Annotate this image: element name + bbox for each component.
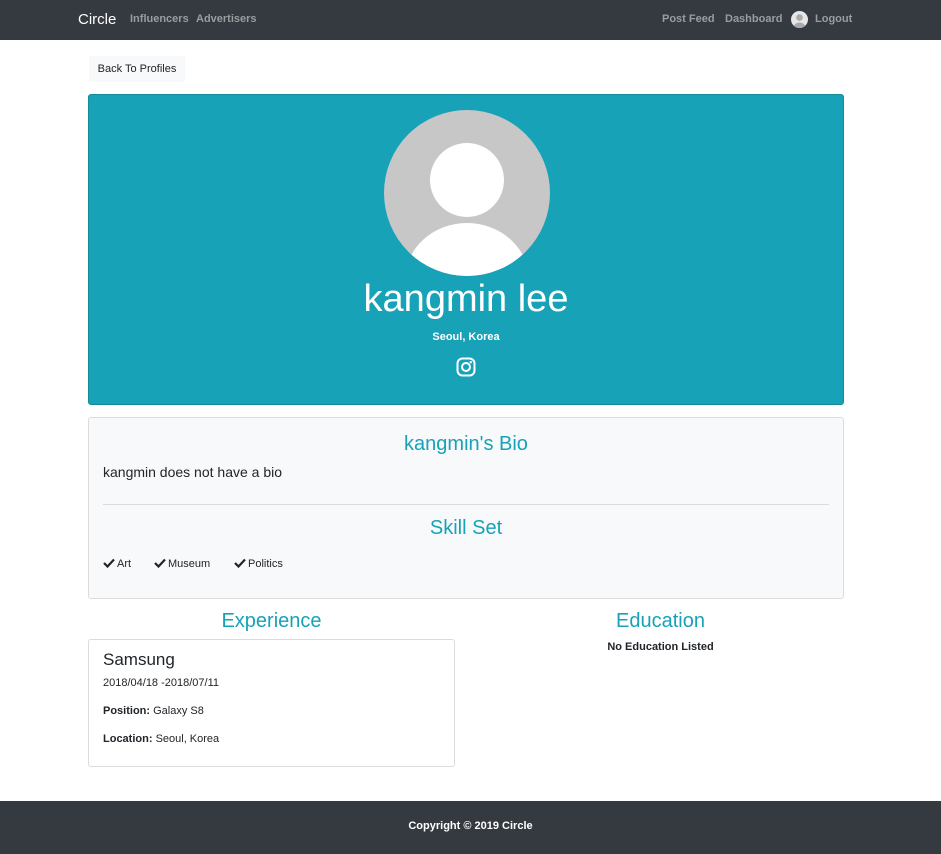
skill-set-title: Skill Set (429, 517, 503, 539)
top-navbar: Circle Influencers Advertisers Post Feed… (0, 0, 941, 40)
check-icon (103, 558, 115, 568)
skill-item-museum: Museum (154, 558, 210, 570)
experience-card: Samsung 2018/04/18 -2018/07/11 Position:… (88, 639, 455, 767)
profile-name: kangmin lee (363, 278, 569, 320)
location-label: Location: (103, 733, 153, 745)
nav-link-influencers[interactable]: Influencers (130, 13, 189, 25)
skill-label: Museum (168, 558, 211, 570)
position-label: Position: (103, 705, 151, 717)
bio-text: kangmin does not have a bio (103, 464, 283, 480)
skill-label: Art (117, 558, 132, 570)
divider (103, 504, 829, 505)
experience-dates: 2018/04/18 -2018/07/11 (103, 677, 220, 689)
back-to-profiles-button[interactable]: Back To Profiles (89, 56, 185, 82)
experience-title: Experience (221, 610, 322, 632)
skill-item-art: Art (103, 558, 131, 570)
check-icon (154, 558, 166, 568)
profile-avatar (384, 110, 550, 276)
education-empty-text: No Education Listed (607, 641, 714, 653)
instagram-icon[interactable] (456, 357, 476, 377)
default-user-icon (405, 143, 529, 276)
experience-company: Samsung (103, 650, 175, 669)
nav-link-dashboard[interactable]: Dashboard (725, 13, 782, 25)
copyright-text: Copyright © 2019 Circle (408, 820, 533, 832)
experience-position: Position: Galaxy S8 (103, 705, 204, 717)
check-icon (234, 558, 246, 568)
skill-item-politics: Politics (234, 558, 283, 570)
user-avatar-icon[interactable] (791, 11, 808, 28)
bio-card: kangmin's Bio kangmin does not have a bi… (88, 417, 844, 599)
footer: Copyright © 2019 Circle (0, 801, 941, 854)
education-title: Education (616, 610, 705, 632)
position-value: Galaxy S8 (153, 705, 204, 717)
experience-location: Location: Seoul, Korea (103, 733, 219, 745)
nav-link-post-feed[interactable]: Post Feed (662, 13, 715, 25)
nav-link-logout[interactable]: Logout (815, 13, 852, 25)
location-value: Seoul, Korea (155, 733, 220, 745)
nav-link-advertisers[interactable]: Advertisers (196, 13, 257, 25)
profile-header-card: kangmin lee Seoul, Korea (88, 94, 844, 405)
skill-label: Politics (248, 558, 283, 570)
brand-link[interactable]: Circle (78, 11, 116, 28)
profile-location: Seoul, Korea (432, 331, 500, 343)
bio-title: kangmin's Bio (404, 433, 528, 455)
